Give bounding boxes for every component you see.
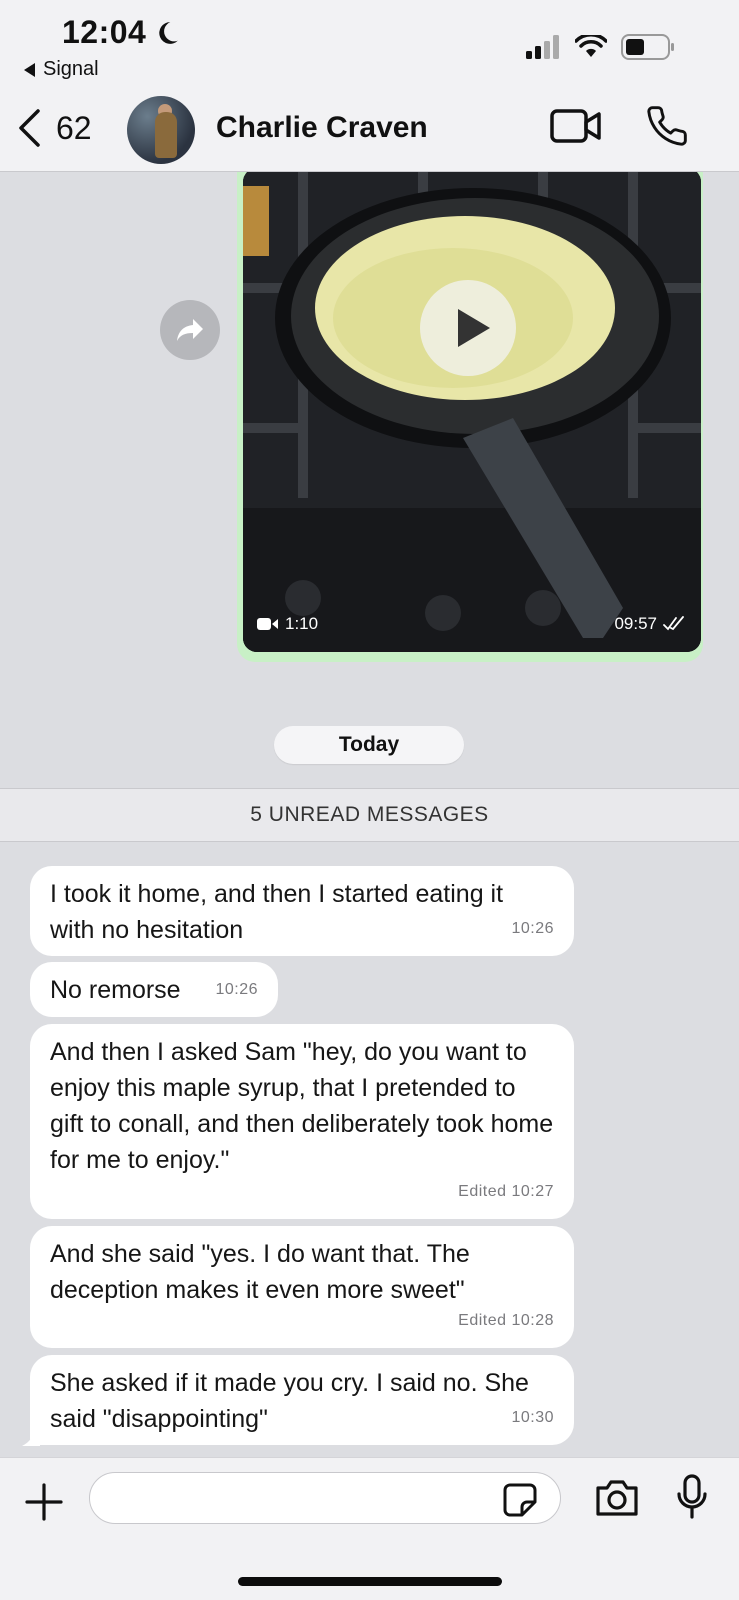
plus-icon xyxy=(25,1483,63,1521)
status-icons xyxy=(525,34,675,60)
double-check-icon xyxy=(663,616,684,631)
message-timestamp: 10:26 xyxy=(511,920,554,937)
video-time-text: 09:57 xyxy=(614,614,657,633)
clock-text: 12:04 xyxy=(62,14,147,50)
attach-button[interactable] xyxy=(24,1482,64,1527)
unread-count: 62 xyxy=(56,109,92,146)
date-divider: Today xyxy=(274,726,464,764)
sticker-icon xyxy=(503,1483,537,1517)
message-text: And then I asked Sam "hey, do you want t… xyxy=(50,1038,554,1174)
outgoing-video-message[interactable]: 1:10 09:57 xyxy=(237,150,703,662)
incoming-message[interactable]: No remorse 10:26 xyxy=(30,962,278,1017)
message-text: No remorse xyxy=(50,976,181,1004)
avatar[interactable] xyxy=(127,96,195,164)
message-text: I took it home, and then I started eatin… xyxy=(50,880,504,944)
back-app-label: Signal xyxy=(43,58,99,80)
voice-call-button[interactable] xyxy=(645,104,689,153)
message-text: She asked if it made you cry. I said no.… xyxy=(50,1369,529,1433)
bubble-tail-icon xyxy=(22,1428,40,1446)
phone-icon xyxy=(647,106,687,146)
video-timestamp: 09:57 xyxy=(614,614,687,634)
incoming-message[interactable]: I took it home, and then I started eatin… xyxy=(30,866,574,956)
message-timestamp: Edited 10:28 xyxy=(458,1312,554,1329)
microphone-button[interactable] xyxy=(676,1474,708,1525)
forward-arrow-icon xyxy=(177,319,203,341)
video-duration-text: 1:10 xyxy=(285,614,319,633)
moon-icon xyxy=(159,21,179,44)
sticker-button[interactable] xyxy=(502,1482,538,1523)
incoming-message[interactable]: She asked if it made you cry. I said no.… xyxy=(30,1355,574,1445)
message-timestamp: Edited 10:27 xyxy=(458,1183,554,1200)
battery-icon xyxy=(621,34,674,60)
home-indicator xyxy=(238,1577,502,1586)
incoming-message[interactable]: And she said "yes. I do want that. The d… xyxy=(30,1226,574,1348)
status-time: 12:04 xyxy=(62,14,180,51)
camera-button[interactable] xyxy=(594,1478,640,1523)
unread-messages-banner: 5 UNREAD MESSAGES xyxy=(0,788,739,842)
forward-button[interactable] xyxy=(160,300,220,360)
video-camera-small-icon xyxy=(257,618,278,630)
camera-icon xyxy=(596,1480,638,1516)
microphone-icon xyxy=(677,1474,707,1519)
back-to-app-link[interactable]: Signal xyxy=(24,58,99,81)
message-text: And she said "yes. I do want that. The d… xyxy=(50,1240,470,1304)
message-timestamp: 10:26 xyxy=(215,981,258,998)
chevron-left-icon xyxy=(19,109,40,147)
contact-name[interactable]: Charlie Craven xyxy=(216,111,428,145)
video-call-button[interactable] xyxy=(550,108,602,149)
message-timestamp: 10:30 xyxy=(511,1409,554,1426)
cellular-signal-icon xyxy=(526,35,559,59)
top-bar: 12:04 Signal 62 Charlie Craven xyxy=(0,0,739,172)
back-triangle-icon xyxy=(24,62,35,77)
video-preview-image xyxy=(243,168,701,652)
play-button[interactable] xyxy=(420,280,516,376)
incoming-message[interactable]: And then I asked Sam "hey, do you want t… xyxy=(30,1024,574,1219)
video-thumbnail[interactable]: 1:10 09:57 xyxy=(243,168,701,652)
message-input[interactable] xyxy=(89,1472,561,1524)
wifi-icon xyxy=(575,35,607,57)
video-camera-icon xyxy=(550,109,601,143)
video-duration: 1:10 xyxy=(257,614,318,634)
back-button[interactable]: 62 xyxy=(16,108,92,148)
